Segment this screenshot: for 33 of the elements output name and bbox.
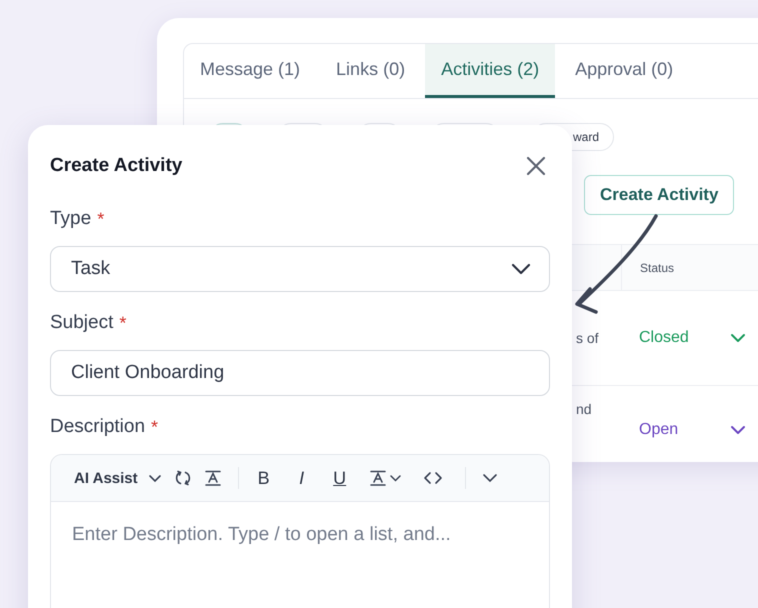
field-label: Subject	[50, 312, 114, 334]
chevron-down-icon	[511, 263, 531, 275]
field-label: Type	[50, 208, 92, 230]
create-activity-button[interactable]: Create Activity	[584, 175, 734, 215]
table-cell: s of	[576, 330, 599, 346]
refresh-icon[interactable]	[174, 469, 192, 487]
table-cell: nd	[576, 401, 592, 417]
description-placeholder[interactable]: Enter Description. Type / to open a list, and...	[72, 524, 451, 545]
tab[interactable]: Links (0)	[320, 44, 422, 98]
required-mark: *	[119, 312, 126, 334]
status-label: Closed	[639, 329, 689, 347]
tab[interactable]: Activities (2)	[425, 44, 556, 98]
code-icon[interactable]	[422, 471, 443, 485]
required-mark: *	[151, 416, 158, 438]
ai-assist-dropdown[interactable]: AI Assist	[74, 470, 138, 486]
tab[interactable]: Approval (0)	[559, 44, 690, 98]
column-header: Status	[640, 260, 674, 274]
status-label: Open	[639, 421, 678, 439]
underline-button[interactable]: U	[330, 468, 349, 488]
tab[interactable]: Message (1)	[184, 44, 316, 98]
dialog-title: Create Activity	[50, 155, 182, 177]
close-icon[interactable]	[526, 156, 546, 176]
text-color-icon[interactable]	[368, 469, 403, 487]
required-mark: *	[97, 208, 104, 230]
chevron-down-icon[interactable]	[730, 425, 746, 435]
field-label: Description	[50, 416, 146, 438]
subject-input[interactable]: Client Onboarding	[50, 350, 550, 396]
chevron-down-icon[interactable]	[148, 474, 162, 482]
bold-button[interactable]: B	[254, 468, 273, 488]
text-style-icon[interactable]	[204, 469, 222, 487]
italic-button[interactable]: I	[292, 468, 311, 488]
type-select[interactable]: Task	[50, 246, 550, 292]
chevron-down-icon[interactable]	[482, 473, 498, 483]
